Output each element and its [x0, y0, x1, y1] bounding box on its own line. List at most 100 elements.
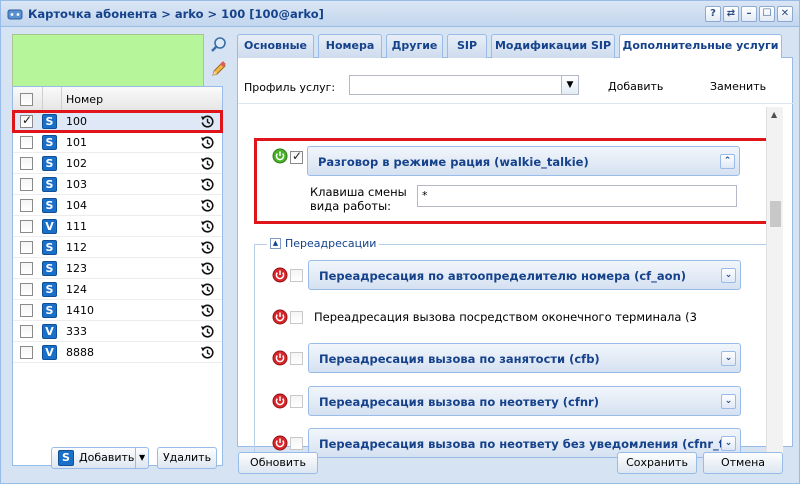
voip-type-icon: V: [42, 324, 57, 339]
row-checkbox[interactable]: [20, 283, 33, 296]
forwarding-item: Переадресация вызова по занятости (cfb) ⌄: [255, 342, 770, 374]
row-checkbox[interactable]: [20, 136, 33, 149]
power-off-icon[interactable]: [272, 267, 288, 283]
history-icon[interactable]: [200, 135, 215, 150]
forwarding-checkbox[interactable]: [290, 269, 303, 282]
forwarding-checkbox[interactable]: [290, 311, 303, 324]
tab-other[interactable]: Другие: [386, 34, 443, 58]
history-icon[interactable]: [200, 282, 215, 297]
number-row[interactable]: S 101: [13, 132, 222, 153]
tab-additional-services[interactable]: Дополнительные услуги: [619, 34, 782, 59]
forwarding-header[interactable]: Переадресация вызова по занятости (cfb) ⌄: [308, 343, 741, 373]
number-cell: 8888: [66, 346, 94, 359]
history-icon[interactable]: [200, 177, 215, 192]
maximize-icon[interactable]: ☐: [759, 6, 775, 22]
walkie-talkie-header[interactable]: Разговор в режиме рация (walkie_talkie) …: [307, 146, 740, 176]
cancel-button[interactable]: Отмена: [703, 452, 783, 474]
title-bar: Карточка абонента > arko > 100 [100@arko…: [1, 1, 799, 27]
number-cell: 123: [66, 262, 87, 275]
tab-sip[interactable]: SIP: [447, 34, 487, 58]
refresh-button[interactable]: Обновить: [238, 452, 318, 474]
scroll-thumb[interactable]: [770, 201, 781, 227]
row-checkbox[interactable]: [20, 113, 33, 128]
delete-number-button[interactable]: Удалить: [157, 447, 217, 469]
minimize-icon[interactable]: –: [741, 6, 757, 22]
expand-down-icon[interactable]: ⌄: [721, 268, 736, 283]
expand-down-icon[interactable]: ⌄: [721, 436, 736, 451]
number-row[interactable]: S 103: [13, 174, 222, 195]
number-row[interactable]: V 111: [13, 216, 222, 237]
sip-type-icon: S: [42, 198, 57, 213]
walkie-talkie-checkbox[interactable]: [290, 149, 303, 164]
row-checkbox[interactable]: [20, 178, 33, 191]
row-checkbox[interactable]: [20, 262, 33, 275]
profile-select[interactable]: ▼: [349, 75, 579, 95]
expand-down-icon[interactable]: ⌄: [721, 394, 736, 409]
chevron-down-icon[interactable]: ▼: [139, 448, 145, 468]
power-on-icon[interactable]: [272, 148, 288, 164]
row-checkbox[interactable]: [20, 157, 33, 170]
history-icon[interactable]: [200, 261, 215, 276]
row-checkbox[interactable]: [20, 304, 33, 317]
sip-icon: S: [58, 450, 74, 466]
refresh-icon[interactable]: ⇄: [723, 6, 739, 22]
forwarding-header[interactable]: Переадресация вызова по неответу (cfnr) ⌄: [308, 386, 741, 416]
number-row[interactable]: S 102: [13, 153, 222, 174]
forwarding-checkbox[interactable]: [290, 437, 303, 450]
power-off-icon[interactable]: [272, 435, 288, 451]
profile-replace-button[interactable]: Заменить: [710, 80, 766, 93]
mode-key-input[interactable]: *: [417, 185, 737, 207]
chevron-down-icon[interactable]: ▼: [561, 76, 578, 94]
number-row[interactable]: S 1410: [13, 300, 222, 321]
profile-add-button[interactable]: Добавить: [608, 80, 663, 93]
power-off-icon[interactable]: [272, 350, 288, 366]
app-icon: [7, 9, 23, 20]
forwarding-checkbox[interactable]: [290, 352, 303, 365]
row-checkbox[interactable]: [20, 241, 33, 254]
row-checkbox[interactable]: [20, 346, 33, 359]
collapse-up-icon[interactable]: ⌃: [720, 154, 735, 169]
history-icon[interactable]: [200, 219, 215, 234]
select-all-checkbox[interactable]: [20, 93, 33, 106]
row-checkbox[interactable]: [20, 199, 33, 212]
forwarding-checkbox[interactable]: [290, 395, 303, 408]
power-off-icon[interactable]: [272, 309, 288, 325]
history-icon[interactable]: [200, 324, 215, 339]
vertical-scrollbar[interactable]: ▲ ▼: [766, 107, 783, 465]
number-row[interactable]: V 8888: [13, 342, 222, 363]
search-icon[interactable]: [208, 34, 230, 56]
add-number-button[interactable]: S Добавить ▼: [51, 447, 149, 469]
expand-down-icon[interactable]: ⌄: [721, 351, 736, 366]
number-row[interactable]: S 123: [13, 258, 222, 279]
history-icon[interactable]: [200, 345, 215, 360]
collapse-toggle-icon[interactable]: ▲: [270, 238, 281, 249]
tab-sip-modifications[interactable]: Модификации SIP: [491, 34, 615, 58]
number-row[interactable]: S 124: [13, 279, 222, 300]
number-list-panel: Номер S100S101S102S103S104V111S112S123S1…: [9, 32, 227, 478]
number-row[interactable]: V 333: [13, 321, 222, 342]
forwarding-legend-label: Переадресации: [285, 237, 377, 250]
number-row[interactable]: S 112: [13, 237, 222, 258]
forwarding-item: Переадресация вызова посредством оконечн…: [255, 301, 770, 333]
number-cell: 112: [66, 241, 87, 254]
edit-icon[interactable]: [208, 58, 230, 80]
power-off-icon[interactable]: [272, 393, 288, 409]
sip-type-icon: S: [42, 156, 57, 171]
history-icon[interactable]: [200, 156, 215, 171]
tab-numbers[interactable]: Номера: [318, 34, 382, 58]
number-row[interactable]: S 100: [12, 110, 223, 133]
help-icon[interactable]: ?: [705, 6, 721, 22]
sip-type-icon: S: [42, 114, 57, 129]
forwarding-header[interactable]: Переадресация по автоопределителю номера…: [308, 260, 741, 290]
save-button[interactable]: Сохранить: [617, 452, 697, 474]
history-icon[interactable]: [200, 240, 215, 255]
number-row[interactable]: S 104: [13, 195, 222, 216]
column-number-header[interactable]: Номер: [66, 93, 103, 106]
history-icon[interactable]: [200, 303, 215, 318]
history-icon[interactable]: [200, 114, 215, 129]
row-checkbox[interactable]: [20, 325, 33, 338]
row-checkbox[interactable]: [20, 220, 33, 233]
tab-basic[interactable]: Основные: [237, 34, 314, 58]
history-icon[interactable]: [200, 198, 215, 213]
close-icon[interactable]: ✕: [777, 6, 793, 22]
